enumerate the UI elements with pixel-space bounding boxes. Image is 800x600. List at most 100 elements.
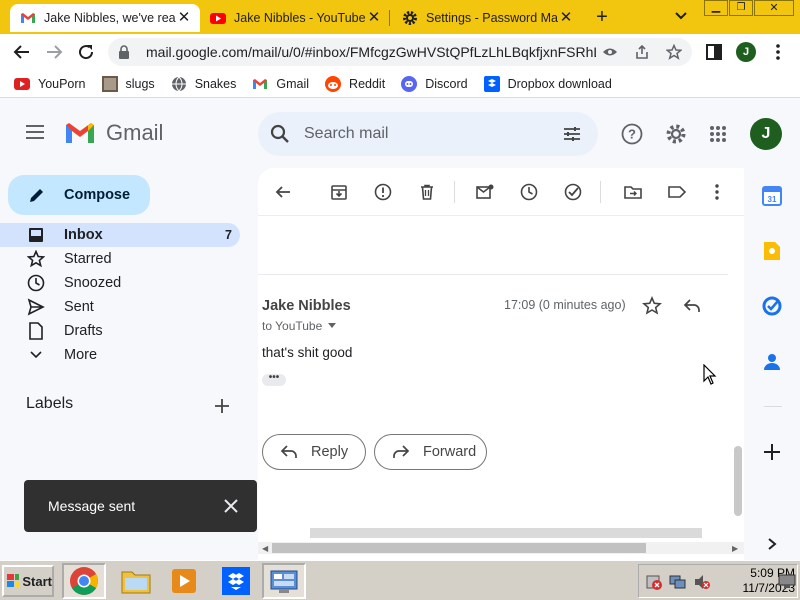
delete-button[interactable] bbox=[416, 181, 438, 203]
recipients[interactable]: to YouTube bbox=[262, 319, 337, 333]
security-alert-icon[interactable] bbox=[645, 573, 663, 591]
draft-icon bbox=[26, 321, 46, 341]
search-input[interactable]: Search mail bbox=[304, 125, 388, 143]
bookmark-dropbox[interactable]: Dropbox download bbox=[483, 75, 612, 92]
add-label-icon[interactable] bbox=[212, 396, 232, 416]
address-bar[interactable]: mail.google.com/mail/u/0/#inbox/FMfcgzGw… bbox=[108, 38, 692, 66]
taskbar-control-panel[interactable] bbox=[262, 563, 306, 599]
side-panel-icon bbox=[706, 44, 722, 60]
new-tab-button[interactable]: + bbox=[592, 7, 612, 27]
tasks-addon[interactable] bbox=[760, 294, 784, 318]
labels-button[interactable] bbox=[666, 181, 688, 203]
star-icon[interactable] bbox=[642, 296, 662, 316]
back-to-inbox-button[interactable] bbox=[272, 181, 294, 203]
divider bbox=[258, 274, 728, 275]
volume-muted-icon[interactable] bbox=[693, 573, 711, 591]
nav-item-inbox[interactable]: Inbox 7 bbox=[0, 223, 240, 247]
close-window-button[interactable]: ✕ bbox=[754, 0, 794, 16]
taskbar-media-player[interactable] bbox=[162, 563, 206, 599]
arrow-left-icon bbox=[13, 45, 29, 59]
taskbar-explorer[interactable] bbox=[114, 563, 158, 599]
caret-down-icon[interactable] bbox=[328, 323, 337, 329]
dropbox-icon bbox=[483, 75, 500, 92]
side-panel-toggle[interactable] bbox=[760, 532, 784, 556]
nav-item-snoozed[interactable]: Snoozed bbox=[0, 271, 240, 295]
main-menu-icon[interactable] bbox=[24, 124, 46, 140]
contacts-addon[interactable] bbox=[760, 350, 784, 374]
scroll-left-arrow[interactable]: ◀ bbox=[262, 544, 268, 553]
bookmark-reddit[interactable]: Reddit bbox=[325, 75, 386, 92]
nav-label: Starred bbox=[64, 251, 112, 267]
chrome-menu-button[interactable] bbox=[766, 40, 790, 64]
sender-name[interactable]: Jake Nibbles bbox=[262, 298, 351, 314]
search-options-icon[interactable] bbox=[562, 124, 582, 144]
back-button[interactable] bbox=[10, 40, 34, 64]
nav-item-sent[interactable]: Sent bbox=[0, 295, 240, 319]
forward-button[interactable]: Forward bbox=[374, 434, 487, 470]
reload-button[interactable] bbox=[74, 40, 98, 64]
share-icon[interactable] bbox=[634, 44, 650, 60]
taskbar-chrome[interactable] bbox=[62, 563, 106, 599]
horizontal-scrollbar-thumb[interactable] bbox=[272, 543, 646, 553]
reply-icon[interactable] bbox=[682, 296, 702, 316]
close-tab-icon[interactable]: ✕ bbox=[176, 10, 192, 26]
bookmark-discord[interactable]: Discord bbox=[401, 75, 468, 92]
bookmark-youporn[interactable]: YouPorn bbox=[14, 76, 86, 92]
support-button[interactable]: ? bbox=[620, 122, 644, 146]
snooze-button[interactable] bbox=[518, 181, 540, 203]
toolbar-divider bbox=[454, 181, 455, 203]
close-tab-icon[interactable]: ✕ bbox=[366, 10, 382, 26]
account-avatar[interactable]: J bbox=[750, 118, 782, 150]
calendar-addon[interactable]: 31 bbox=[760, 184, 784, 208]
side-panel-button[interactable] bbox=[702, 40, 726, 64]
apps-button[interactable] bbox=[706, 122, 730, 146]
star-icon bbox=[26, 249, 46, 269]
search-bar[interactable]: Search mail bbox=[258, 112, 598, 156]
tab-title: Jake Nibbles, we've reac bbox=[44, 11, 176, 25]
tab-settings[interactable]: Settings - Password Ma ✕ bbox=[392, 4, 582, 32]
close-icon[interactable] bbox=[221, 496, 241, 516]
scroll-right-arrow[interactable]: ▶ bbox=[732, 544, 738, 553]
report-spam-button[interactable] bbox=[372, 181, 394, 203]
taskbar-dropbox[interactable] bbox=[214, 563, 258, 599]
archive-button[interactable] bbox=[328, 181, 350, 203]
bookmark-snakes[interactable]: Snakes bbox=[171, 76, 236, 92]
password-key-icon[interactable] bbox=[602, 45, 618, 59]
forward-button[interactable] bbox=[42, 40, 66, 64]
mark-unread-button[interactable] bbox=[474, 181, 496, 203]
bookmark-star-icon[interactable] bbox=[666, 44, 682, 60]
close-tab-icon[interactable]: ✕ bbox=[558, 10, 574, 26]
settings-button[interactable] bbox=[664, 122, 688, 146]
minimize-button[interactable]: ▁ bbox=[704, 0, 728, 16]
compose-button[interactable]: Compose bbox=[8, 175, 150, 215]
more-actions-button[interactable] bbox=[706, 181, 728, 203]
start-button[interactable]: Start bbox=[2, 565, 54, 597]
gmail-logo[interactable]: Gmail bbox=[64, 120, 163, 146]
vertical-scrollbar[interactable] bbox=[734, 446, 742, 516]
lock-icon[interactable] bbox=[118, 45, 134, 59]
tab-search-chevron-icon[interactable] bbox=[674, 11, 688, 21]
keep-icon bbox=[764, 242, 780, 260]
restore-button[interactable]: ❐ bbox=[729, 0, 753, 16]
bookmark-label: Reddit bbox=[349, 76, 386, 91]
nav-item-starred[interactable]: Starred bbox=[0, 247, 240, 271]
browser-toolbar: mail.google.com/mail/u/0/#inbox/FMfcgzGw… bbox=[0, 34, 800, 70]
show-trimmed-content[interactable]: ••• bbox=[262, 373, 286, 386]
tab-gmail[interactable]: Jake Nibbles, we've reac ✕ bbox=[10, 4, 200, 32]
get-addons-button[interactable] bbox=[760, 440, 784, 464]
search-icon[interactable] bbox=[270, 124, 290, 144]
keep-addon[interactable] bbox=[760, 239, 784, 263]
nav-item-drafts[interactable]: Drafts bbox=[0, 319, 240, 343]
profile-avatar[interactable]: J bbox=[736, 42, 756, 62]
reply-button[interactable]: Reply bbox=[262, 434, 366, 470]
tab-youtube[interactable]: Jake Nibbles - YouTube ✕ bbox=[200, 4, 390, 32]
move-to-button[interactable] bbox=[622, 181, 644, 203]
reply-icon bbox=[280, 445, 297, 458]
network-icon[interactable] bbox=[669, 573, 687, 591]
bookmark-gmail[interactable]: Gmail bbox=[252, 76, 309, 92]
notification-icon[interactable] bbox=[778, 573, 796, 589]
bookmark-slugs[interactable]: slugs bbox=[101, 75, 155, 92]
nav-item-more[interactable]: More bbox=[0, 343, 240, 367]
add-to-tasks-button[interactable] bbox=[562, 181, 584, 203]
label-icon bbox=[668, 186, 686, 198]
